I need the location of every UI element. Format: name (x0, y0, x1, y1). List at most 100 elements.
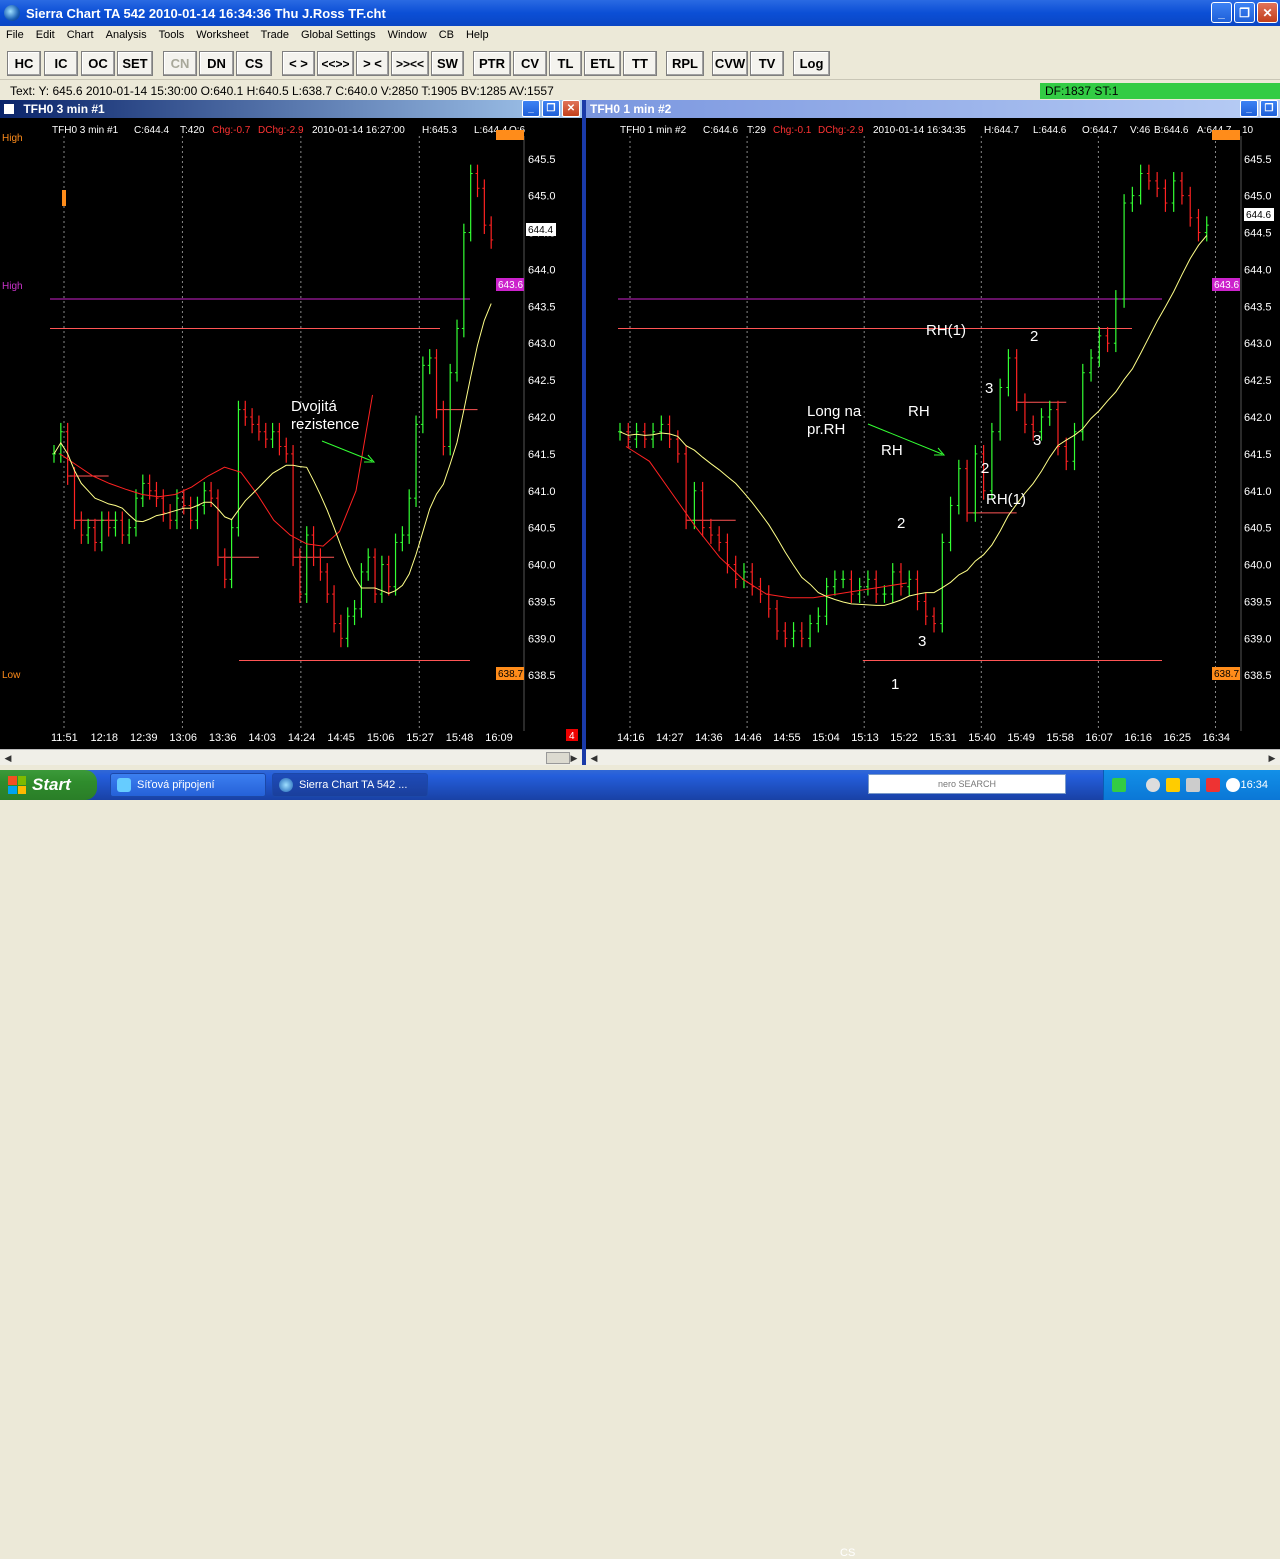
task-sierra-chart[interactable]: Sierra Chart TA 542 ... (272, 773, 428, 797)
time-tick-label: 15:22 (890, 732, 918, 744)
start-button[interactable]: Start (0, 770, 97, 800)
antivirus-icon[interactable] (1206, 778, 1220, 792)
chart2-high-value: 643.6 (1214, 280, 1239, 291)
menu-analysis[interactable]: Analysis (100, 29, 153, 41)
scroll-right-icon[interactable]: ▶ (1266, 752, 1278, 764)
network-tray-icon[interactable] (1166, 778, 1180, 792)
cvw-button[interactable]: CVW (712, 51, 748, 76)
chart-window-1[interactable]: TFH0 3 min #1 _ ❐ ✕ TFH0 3 min #1 C:644.… (0, 100, 582, 765)
chart1-header-symbol: TFH0 3 min #1 (52, 125, 119, 136)
time-tick-label: 14:24 (288, 732, 316, 744)
time-tick-label: 14:46 (734, 732, 762, 744)
zoom-in-button[interactable]: >><< (391, 51, 429, 76)
chart1-corner-value: 4 (569, 731, 575, 742)
menu-window[interactable]: Window (382, 29, 433, 41)
price-tick-label: 644.5 (1244, 228, 1272, 240)
chart2-label-3b: 3 (985, 380, 993, 397)
status-line: Text: Y: 645.6 2010-01-14 15:30:00 O:640… (0, 82, 1280, 100)
menu-tools[interactable]: Tools (153, 29, 191, 41)
menu-file[interactable]: File (0, 29, 30, 41)
price-tick-label: 642.0 (1244, 412, 1272, 424)
task-label: Síťová připojení (137, 779, 215, 791)
task-network-connections[interactable]: Síťová připojení (110, 773, 266, 797)
nero-search-box[interactable]: nero SEARCH (868, 774, 1066, 794)
sw-button[interactable]: SW (431, 51, 464, 76)
chart2-header-n: 10 (1242, 125, 1254, 136)
chart2-titlebar[interactable]: TFH0 1 min #2 _ ❐ (586, 100, 1280, 118)
menu-cb[interactable]: CB (433, 29, 460, 41)
close-button[interactable]: ✕ (1257, 2, 1278, 23)
price-tick-label: 638.5 (528, 670, 556, 682)
language-indicator[interactable]: CS (840, 1547, 855, 1559)
chart-window-2[interactable]: TFH0 1 min #2 _ ❐ TFH0 1 min #2 C:644.6 … (586, 100, 1280, 765)
scroll-left-icon[interactable]: ◀ (588, 752, 600, 764)
dn-button[interactable]: DN (199, 51, 234, 76)
cn-button[interactable]: CN (163, 51, 197, 76)
rpl-button[interactable]: RPL (666, 51, 704, 76)
update-icon[interactable] (1226, 778, 1240, 792)
menu-help[interactable]: Help (460, 29, 495, 41)
chart2-label-1: 1 (891, 676, 899, 693)
menu-global-settings[interactable]: Global Settings (295, 29, 382, 41)
chart1-last-price: 644.4 (528, 225, 553, 236)
scroll-button[interactable]: < > (282, 51, 315, 76)
chart2-plot[interactable]: TFH0 1 min #2 C:644.6 T:29 Chg:-0.1 DChg… (586, 118, 1280, 749)
scroll-left-icon[interactable]: ◀ (2, 752, 14, 764)
log-button[interactable]: Log (793, 51, 830, 76)
shield-icon[interactable] (1146, 778, 1160, 792)
chart2-label-rh1-bottom: RH(1) (986, 491, 1026, 508)
chart1-levels (50, 298, 478, 661)
green-arrow-icon[interactable] (1112, 778, 1126, 792)
price-tick-label: 640.5 (1244, 523, 1272, 535)
ic-button[interactable]: IC (44, 51, 78, 76)
time-tick-label: 15:06 (367, 732, 395, 744)
chart2-annotation-long: Long na (807, 403, 862, 420)
tt-button[interactable]: TT (623, 51, 657, 76)
price-tick-label: 644.0 (528, 264, 556, 276)
tl-button[interactable]: TL (549, 51, 582, 76)
minimize-button[interactable]: _ (1211, 2, 1232, 23)
windows-flag-icon (8, 776, 26, 794)
scroll-right-icon[interactable]: ▶ (568, 752, 580, 764)
chart1-plot[interactable]: TFH0 3 min #1 C:644.4 T:420 Chg:-0.7 DCh… (0, 118, 582, 749)
time-tick-label: 14:27 (656, 732, 684, 744)
chart2-header: TFH0 1 min #2 C:644.6 T:29 Chg:-0.1 DChg… (620, 125, 1254, 136)
time-tick-label: 14:36 (695, 732, 723, 744)
menu-edit[interactable]: Edit (30, 29, 61, 41)
maximize-button[interactable]: ❐ (1234, 2, 1255, 23)
window-title: Sierra Chart TA 542 2010-01-14 16:34:36 … (26, 5, 386, 21)
chart1-maximize-button[interactable]: ❐ (542, 100, 560, 117)
tv-button[interactable]: TV (750, 51, 784, 76)
compress-button[interactable]: > < (356, 51, 389, 76)
chart2-minimize-button[interactable]: _ (1240, 100, 1258, 117)
chart1-header-dchg: DChg:-2.9 (258, 125, 304, 136)
zoom-out-button[interactable]: <<>> (317, 51, 354, 76)
chart1-horizontal-scrollbar[interactable]: ◀ ▶ (0, 749, 582, 765)
menu-worksheet[interactable]: Worksheet (190, 29, 254, 41)
cs-button[interactable]: CS (236, 51, 272, 76)
etl-button[interactable]: ETL (584, 51, 621, 76)
cv-button[interactable]: CV (513, 51, 547, 76)
chart1-titlebar[interactable]: TFH0 3 min #1 _ ❐ ✕ (0, 100, 582, 118)
chart1-minimize-button[interactable]: _ (522, 100, 540, 117)
time-tick-label: 15:04 (812, 732, 840, 744)
menu-trade[interactable]: Trade (255, 29, 295, 41)
price-tick-label: 644.0 (1244, 264, 1272, 276)
chart2-maximize-button[interactable]: ❐ (1260, 100, 1278, 117)
chart1-top-value-box (496, 130, 524, 140)
speaker-icon[interactable] (1186, 778, 1200, 792)
price-tick-label: 641.5 (1244, 449, 1272, 461)
price-tick-label: 642.5 (1244, 375, 1272, 387)
window-titlebar[interactable]: Sierra Chart TA 542 2010-01-14 16:34:36 … (0, 0, 1280, 26)
menu-chart[interactable]: Chart (61, 29, 100, 41)
oc-button[interactable]: OC (81, 51, 115, 76)
hc-button[interactable]: HC (7, 51, 41, 76)
chart1-title: TFH0 3 min #1 (23, 102, 105, 116)
chart1-close-button[interactable]: ✕ (562, 100, 580, 117)
time-tick-label: 15:13 (851, 732, 879, 744)
price-tick-label: 642.5 (528, 375, 556, 387)
chart1-scroll-thumb[interactable] (546, 752, 570, 764)
chart2-horizontal-scrollbar[interactable]: ◀ ▶ (586, 749, 1280, 765)
ptr-button[interactable]: PTR (473, 51, 511, 76)
set-button[interactable]: SET (117, 51, 153, 76)
